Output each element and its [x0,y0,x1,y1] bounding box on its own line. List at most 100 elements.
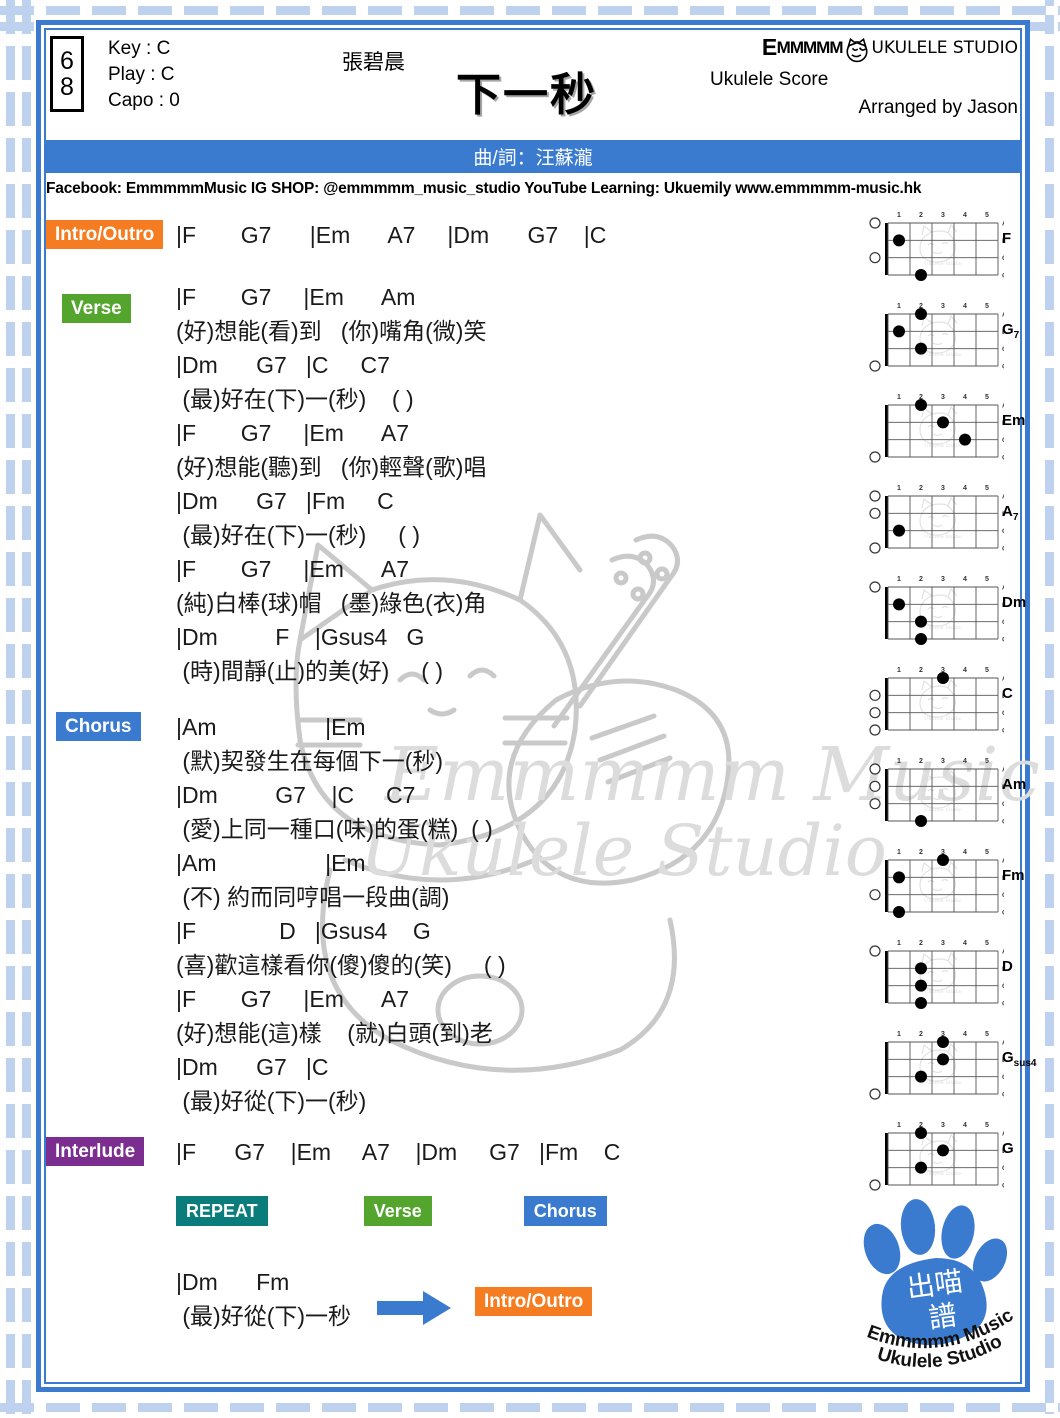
flow-badge-verse[interactable]: Verse [363,1196,432,1226]
fretboard-grid: Ukulele StudioAECG [869,763,1004,827]
svg-text:Ukulele Studio: Ukulele Studio [924,716,962,722]
chord-line: |F G7 |Em A7 [176,986,410,1012]
string-label: G [1002,910,1004,917]
chord-name-label: A7 [1002,503,1019,523]
section-lines: |F G7 |Em A7 |Dm G7 |C [176,218,606,252]
website-url[interactable]: www.emmmmm-music.hk [735,180,921,197]
ending-chords-block: |Dm Fm (最)好從(下)一秒 [176,1265,351,1333]
open-string-marker [869,1088,881,1100]
chord-name-label: G [1002,1140,1014,1157]
string-label: A [1002,1131,1004,1138]
chord-line: |Am |Em [176,850,366,876]
open-string-marker [869,707,881,719]
brand-block: E MMMMM UKULELE STUDIO Ukulele Score Arra… [700,34,1018,119]
chord-name-label: Fm [1002,867,1025,884]
score-header: 6 8 Key : C Play : C Capo : 0 張碧晨 下一秒 EM… [46,30,1020,138]
brand-logo-e: E [761,34,777,60]
finger-dot [893,906,905,918]
section-badge-verse[interactable]: Verse [62,294,131,323]
lyric-line: (時)間靜(止)的美(好) ( ) [176,658,444,684]
chord-line: |F D |Gsus4 G [176,918,431,944]
fretboard-grid: Ukulele StudioAECG [869,399,1004,463]
chord-line: |F G7 |Em A7 [176,556,410,582]
fretboard-grid: Ukulele StudioAECG [869,308,1004,372]
fretboard-grid: Ukulele StudioAECG [869,490,1004,554]
open-string-marker [869,542,881,554]
section-badge-intro-outro[interactable]: Intro/Outro [46,220,164,249]
string-label: A [1002,1040,1004,1047]
lyric-line: (喜)歡這樣看你(傻)傻的(笑) ( ) [176,952,506,978]
chord-diagram-f: 12345Ukulele StudioAECGF [860,212,1020,291]
string-label: C [1002,619,1004,626]
open-string-marker [869,1179,881,1191]
chord-name-label: G7 [1002,321,1020,341]
facebook-value: EmmmmmMusic [125,180,247,197]
finger-dot [915,1070,927,1083]
finger-dot [915,962,927,975]
finger-dot [937,416,949,429]
brand-logo-studio: UKULELE STUDIO [871,37,1018,58]
brand-logo: E MMMMM UKULELE STUDIO [700,34,1018,62]
flow-badge-repeat[interactable]: REPEAT [176,1196,268,1226]
chord-diagram-fm: 12345Ukulele StudioAECGFm [860,849,1025,928]
finger-dot [915,997,927,1009]
section-badge-interlude[interactable]: Interlude [46,1137,145,1166]
chord-name-label: F [1002,230,1012,247]
string-label: A [1002,585,1004,592]
svg-text:Ukulele Studio: Ukulele Studio [924,625,962,631]
string-label: C [1002,892,1004,899]
finger-dot [915,342,927,355]
string-label: A [1002,858,1004,865]
finger-dot [915,269,927,281]
string-label: C [1002,1074,1004,1081]
open-string-marker [869,490,881,502]
open-string-marker [869,724,881,736]
finger-dot [937,672,949,684]
chord-line: |F G7 |Em A7 |Dm G7 |Fm C [176,1139,621,1165]
svg-text:Ukulele Studio: Ukulele Studio [924,807,962,813]
paw-logo: 出喵 譜 Emmmmm Music Ukulele Studio [863,1199,1018,1369]
flow-badge-chorus[interactable]: Chorus [523,1196,607,1226]
string-label: G [1002,455,1004,462]
chord-diagram-d: 12345Ukulele StudioAECGD [860,940,1020,1019]
section-lines: |F G7 |Em A7 |Dm G7 |Fm C [176,1135,620,1169]
open-string-marker [869,451,881,463]
artist-name: 張碧晨 [342,51,405,74]
section-badge-chorus[interactable]: Chorus [56,712,141,741]
finger-dot [915,815,927,827]
chord-line: |Dm G7 |C C7 [176,782,416,808]
chord-name-label: D [1002,958,1013,975]
key-info-block: Key : C Play : C Capo : 0 [108,36,180,114]
open-string-marker [869,360,881,372]
social-links-line: Facebook: EmmmmmMusic IG SHOP: @emmmmm_m… [46,180,1020,198]
finger-dot [893,234,905,247]
open-string-marker [869,780,881,792]
string-label: G [1002,273,1004,280]
composer-bar: 曲/詞：汪蘇瀧 [46,140,1020,173]
ending-lyric-line: (最)好從(下)一秒 [176,1303,352,1329]
svg-text:Ukulele Studio: Ukulele Studio [924,1171,962,1177]
chord-diagram-am: 12345Ukulele StudioAECGAm [860,758,1026,837]
song-title: 下一秒 [456,69,598,120]
chord-line: |Am |Em [176,714,366,740]
chord-line: |F G7 |Em A7 [176,420,410,446]
fretboard-grid: Ukulele StudioAECG [869,945,1004,1009]
finger-dot [959,433,971,446]
string-label: C [1002,346,1004,353]
chord-diagram-gsus4: 12345Ukulele StudioAECGGsus4 [860,1031,1036,1110]
section-chorus: Chorus |Am |Em (默)契發生在每個下一(秒) |Dm G7 |C C7… [46,710,506,1118]
string-label: G [1002,1183,1004,1190]
finger-dot [893,325,905,338]
string-label: G [1002,546,1004,553]
lyric-line: (最)好從(下)一(秒) [176,1088,367,1114]
open-string-marker [869,581,881,593]
string-label: C [1002,255,1004,262]
section-intro-outro: Intro/Outro |F G7 |Em A7 |Dm G7 |C [46,218,606,252]
string-label: A [1002,403,1004,410]
open-string-marker [869,763,881,775]
time-signature: 6 8 [50,36,84,112]
flow-badge-intro-outro[interactable]: Intro/Outro [475,1287,593,1316]
string-label: G [1002,1092,1004,1099]
open-string-marker [869,798,881,810]
lyric-line: (愛)上同一種口(味)的蛋(糕) ( ) [176,816,493,842]
